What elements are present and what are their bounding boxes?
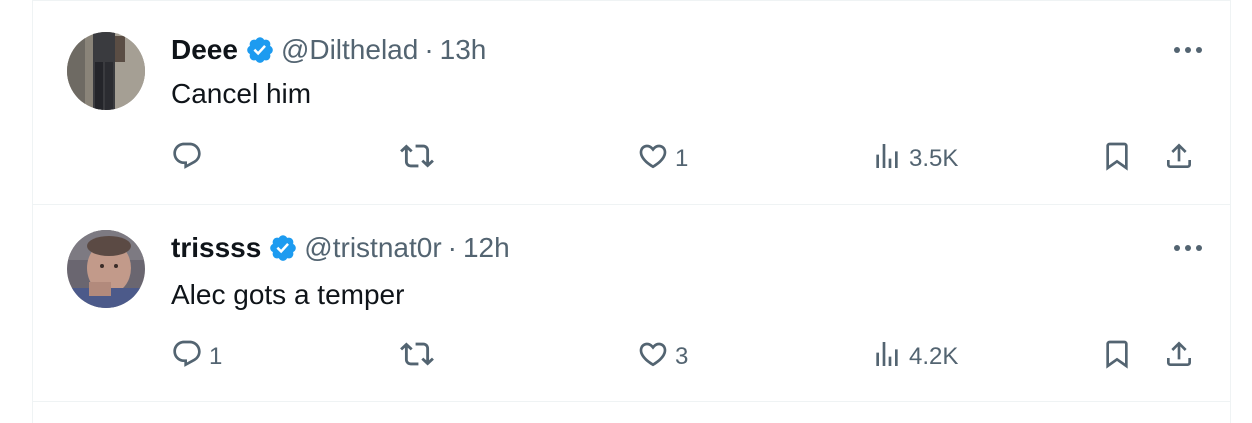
like-icon (637, 338, 669, 377)
reply-button[interactable] (171, 139, 209, 179)
separator-dot: · (447, 232, 457, 263)
display-name[interactable]: Deee (171, 34, 238, 66)
more-icon[interactable] (1170, 38, 1206, 62)
tweet-text: Cancel him (171, 78, 312, 109)
user-handle[interactable]: @Dilthelad (281, 34, 418, 66)
avatar[interactable] (67, 32, 145, 110)
views-button[interactable]: 4.2K (871, 337, 958, 377)
reply-count: 1 (209, 343, 223, 370)
tweet[interactable]: Deee @Dilthelad · 13h Cancel him 1 3.5K (33, 1, 1230, 205)
reply-button[interactable]: 1 (171, 337, 222, 377)
views-icon (871, 338, 903, 377)
reply-icon (171, 338, 203, 377)
timestamp[interactable]: 12h (463, 232, 510, 264)
like-button[interactable]: 1 (637, 139, 688, 179)
retweet-button[interactable] (400, 139, 440, 179)
retweet-button[interactable] (400, 337, 440, 377)
bookmark-button[interactable] (1101, 337, 1133, 377)
verified-badge-icon (268, 233, 298, 263)
avatar[interactable] (67, 230, 145, 308)
like-button[interactable]: 3 (637, 337, 688, 377)
verified-badge-icon (245, 35, 275, 65)
display-name[interactable]: trissss (171, 232, 261, 264)
user-handle[interactable]: @tristnat0r (304, 232, 441, 264)
views-button[interactable]: 3.5K (871, 139, 958, 179)
like-count: 3 (675, 343, 689, 370)
view-count: 3.5K (909, 145, 959, 172)
view-count: 4.2K (909, 343, 959, 370)
bookmark-icon (1101, 338, 1133, 377)
tweet-actions: 1 3 4.2K (33, 337, 1230, 377)
tweet[interactable]: trissss @tristnat0r · 12h Alec gots a te… (33, 205, 1230, 402)
tweet-text: Alec gots a temper (171, 279, 405, 310)
reply-icon (171, 140, 203, 179)
share-icon (1163, 140, 1195, 179)
tweet-header: trissss @tristnat0r · 12h (171, 231, 510, 265)
more-icon[interactable] (1170, 236, 1206, 260)
bookmark-button[interactable] (1101, 139, 1133, 179)
separator-dot: · (424, 34, 434, 65)
like-count: 1 (675, 145, 689, 172)
share-button[interactable] (1163, 139, 1195, 179)
views-icon (871, 140, 903, 179)
timeline: Deee @Dilthelad · 13h Cancel him 1 3.5K … (32, 0, 1231, 423)
timestamp[interactable]: 13h (440, 34, 487, 66)
like-icon (637, 140, 669, 179)
retweet-icon (400, 337, 434, 378)
tweet-actions: 1 3.5K (33, 139, 1230, 179)
share-icon (1163, 338, 1195, 377)
bookmark-icon (1101, 140, 1133, 179)
retweet-icon (400, 139, 434, 180)
tweet-header: Deee @Dilthelad · 13h (171, 33, 486, 67)
share-button[interactable] (1163, 337, 1195, 377)
